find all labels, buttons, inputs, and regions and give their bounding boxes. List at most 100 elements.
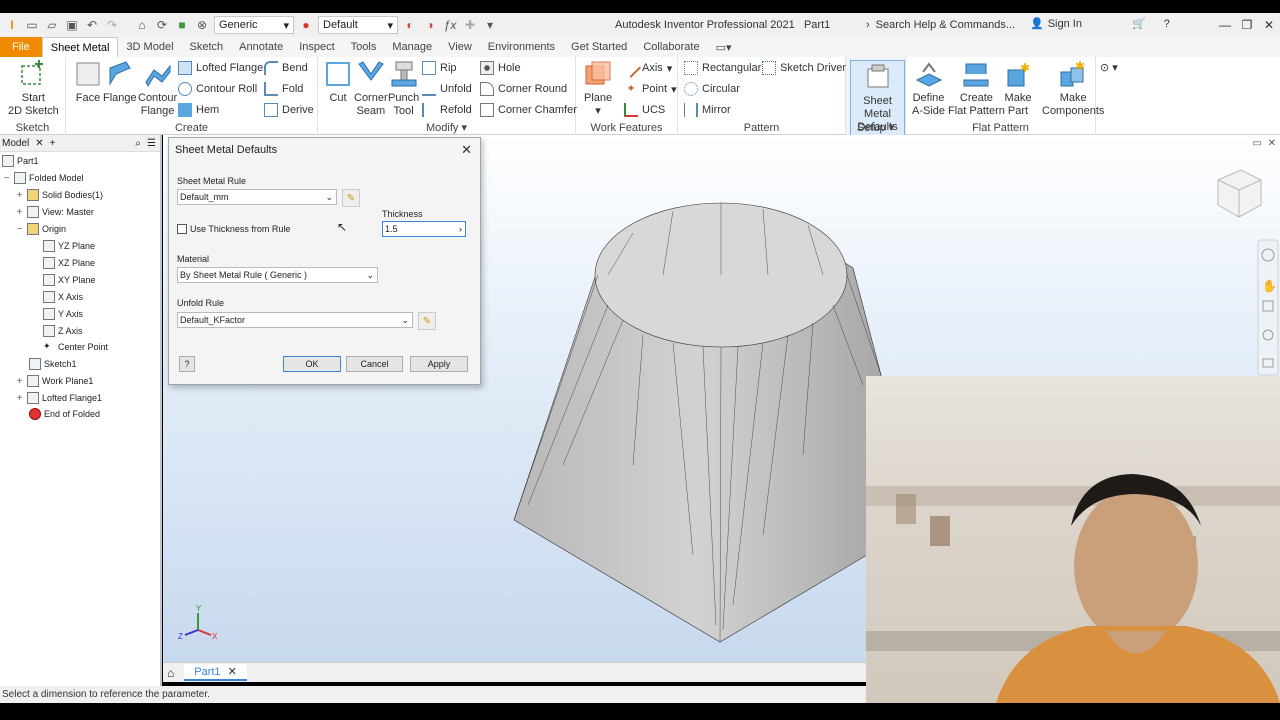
thickness-input[interactable]: 1.5 › xyxy=(382,221,466,237)
browser-tab-model[interactable]: Model xyxy=(2,138,29,149)
expand-icon[interactable]: + xyxy=(15,376,24,387)
tab-file[interactable]: File xyxy=(0,37,42,57)
face-button[interactable]: Face xyxy=(74,60,102,105)
tab-tools[interactable]: Tools xyxy=(343,37,385,57)
panel-title-setup[interactable]: Setup ▾ xyxy=(846,121,905,134)
ribbon-options-button[interactable]: ⊙ ▾ xyxy=(1100,61,1118,74)
view-cube[interactable] xyxy=(1217,169,1262,218)
minimize-icon[interactable]: — xyxy=(1214,13,1236,37)
tree-item-solid-bodies[interactable]: + Solid Bodies(1) xyxy=(15,187,103,203)
flange-button[interactable]: Flange xyxy=(103,60,137,105)
sheet-metal-rule-select[interactable]: Default_mm ⌄ xyxy=(177,189,337,205)
tab-sheet-metal[interactable]: Sheet Metal xyxy=(41,37,119,57)
tree-item-center-point[interactable]: ✦ Center Point xyxy=(43,339,108,355)
tab-annotate[interactable]: Annotate xyxy=(231,37,291,57)
expand-icon[interactable]: + xyxy=(15,190,24,201)
measure-icon[interactable]: ✚ xyxy=(462,17,478,33)
create-flat-pattern-button[interactable]: Create Flat Pattern xyxy=(948,60,1005,118)
panel-title-modify[interactable]: Modify ▾ xyxy=(318,121,575,134)
corner-chamfer-button[interactable]: Corner Chamfer xyxy=(480,103,577,117)
tree-item-y-axis[interactable]: Y Axis xyxy=(43,306,83,322)
mirror-button[interactable]: Mirror xyxy=(684,103,731,117)
cancel-icon[interactable]: ⊗ xyxy=(194,17,210,33)
save-icon[interactable]: ▣ xyxy=(64,17,80,33)
update-icon[interactable]: ⟳ xyxy=(154,17,170,33)
rectangular-pattern-button[interactable]: Rectangular xyxy=(684,61,761,75)
adjust-icon[interactable]: ◑ xyxy=(422,17,438,33)
material-combo[interactable]: Generic ▾ xyxy=(214,16,294,34)
panel-toggle-icon[interactable]: ▭▾ xyxy=(708,37,740,57)
collapse-icon[interactable]: − xyxy=(2,173,11,184)
navigation-bar[interactable]: ✋ xyxy=(1257,239,1279,376)
tree-item-xy-plane[interactable]: XY Plane xyxy=(43,272,95,288)
tree-item-yz-plane[interactable]: YZ Plane xyxy=(43,238,95,254)
undo-icon[interactable]: ↶ xyxy=(84,17,100,33)
circular-pattern-button[interactable]: Circular xyxy=(684,82,740,96)
chevron-right-icon[interactable]: › xyxy=(459,224,462,234)
punch-tool-button[interactable]: Punch Tool xyxy=(388,60,419,118)
unfold-rule-select[interactable]: Default_KFactor ⌄ xyxy=(177,312,413,328)
hole-button[interactable]: Hole xyxy=(480,61,521,75)
make-part-button[interactable]: ✱ Make Part xyxy=(1004,60,1032,118)
viewport-close-icon[interactable]: ✕ xyxy=(1268,138,1276,149)
tab-view[interactable]: View xyxy=(440,37,480,57)
unfold-button[interactable]: Unfold xyxy=(422,82,472,96)
plane-button[interactable]: Plane ▾ xyxy=(584,60,612,118)
define-a-side-button[interactable]: Define A-Side xyxy=(912,60,945,118)
home-icon[interactable]: ⌂ xyxy=(134,17,150,33)
select-icon[interactable]: ■ xyxy=(174,17,190,33)
rip-button[interactable]: Rip xyxy=(422,61,457,75)
material-select[interactable]: By Sheet Metal Rule ( Generic ) ⌄ xyxy=(177,267,378,283)
tree-item-x-axis[interactable]: X Axis xyxy=(43,289,83,305)
browser-search-icon[interactable]: ⌕ xyxy=(135,138,141,149)
browser-menu-icon[interactable]: ☰ xyxy=(147,138,156,149)
collapse-icon[interactable]: − xyxy=(15,224,24,235)
tree-item-sketch1[interactable]: Sketch1 xyxy=(29,356,77,372)
help-icon[interactable]: ? xyxy=(1164,18,1170,30)
close-browser-tab-icon[interactable]: ✕ xyxy=(35,138,43,149)
sign-in-button[interactable]: 👤 Sign In 🛒? xyxy=(1030,17,1170,31)
add-browser-tab-icon[interactable]: + xyxy=(50,138,56,149)
tree-item-end-of-folded[interactable]: End of Folded xyxy=(29,406,100,422)
viewport-maximize-icon[interactable]: ▭ xyxy=(1253,138,1262,149)
cancel-button[interactable]: Cancel xyxy=(346,356,403,372)
tree-item-origin[interactable]: − Origin xyxy=(15,221,66,237)
make-components-button[interactable]: ✱ Make Components xyxy=(1042,60,1104,118)
tree-item-lofted-flange1[interactable]: + Lofted Flange1 xyxy=(15,390,102,406)
start-2d-sketch-button[interactable]: Start 2D Sketch xyxy=(8,60,59,118)
close-document-icon[interactable]: ✕ xyxy=(228,666,237,678)
tab-manage[interactable]: Manage xyxy=(384,37,440,57)
tab-get-started[interactable]: Get Started xyxy=(563,37,635,57)
ok-button[interactable]: OK xyxy=(283,356,341,372)
fold-button[interactable]: Fold xyxy=(264,82,303,96)
tree-item-part[interactable]: Part1 xyxy=(2,153,39,169)
lofted-flange-part[interactable] xyxy=(513,202,882,643)
help-button[interactable]: ? xyxy=(179,356,195,372)
tab-sketch[interactable]: Sketch xyxy=(182,37,232,57)
new-file-icon[interactable]: ▭ xyxy=(24,17,40,33)
contour-roll-button[interactable]: Contour Roll xyxy=(178,82,257,96)
cart-icon[interactable]: 🛒 xyxy=(1132,17,1146,30)
edit-rule-icon[interactable]: ✎ xyxy=(342,189,360,207)
cut-button[interactable]: Cut xyxy=(324,60,352,105)
tab-environments[interactable]: Environments xyxy=(480,37,563,57)
derive-button[interactable]: Derive xyxy=(264,103,314,117)
redo-icon[interactable]: ↷ xyxy=(104,17,120,33)
tree-item-folded-model[interactable]: − Folded Model xyxy=(2,170,84,186)
tree-item-xz-plane[interactable]: XZ Plane xyxy=(43,255,95,271)
corner-round-button[interactable]: Corner Round xyxy=(480,82,567,96)
open-file-icon[interactable]: ▱ xyxy=(44,17,60,33)
apply-button[interactable]: Apply xyxy=(410,356,468,372)
tree-item-view-master[interactable]: + View: Master xyxy=(15,204,94,220)
refold-button[interactable]: Refold xyxy=(422,103,472,117)
restore-icon[interactable]: ❐ xyxy=(1236,13,1258,37)
expand-icon[interactable]: + xyxy=(15,393,24,404)
tab-inspect[interactable]: Inspect xyxy=(291,37,342,57)
tab-3d-model[interactable]: 3D Model xyxy=(118,37,181,57)
ucs-button[interactable]: UCS xyxy=(624,103,665,117)
parameters-icon[interactable]: ƒx xyxy=(442,17,458,33)
customize-icon[interactable]: ▾ xyxy=(482,17,498,33)
use-thickness-checkbox[interactable] xyxy=(177,224,187,234)
point-button[interactable]: ✦ Point ▾ xyxy=(624,82,676,96)
dialog-close-icon[interactable]: ✕ xyxy=(461,142,472,158)
